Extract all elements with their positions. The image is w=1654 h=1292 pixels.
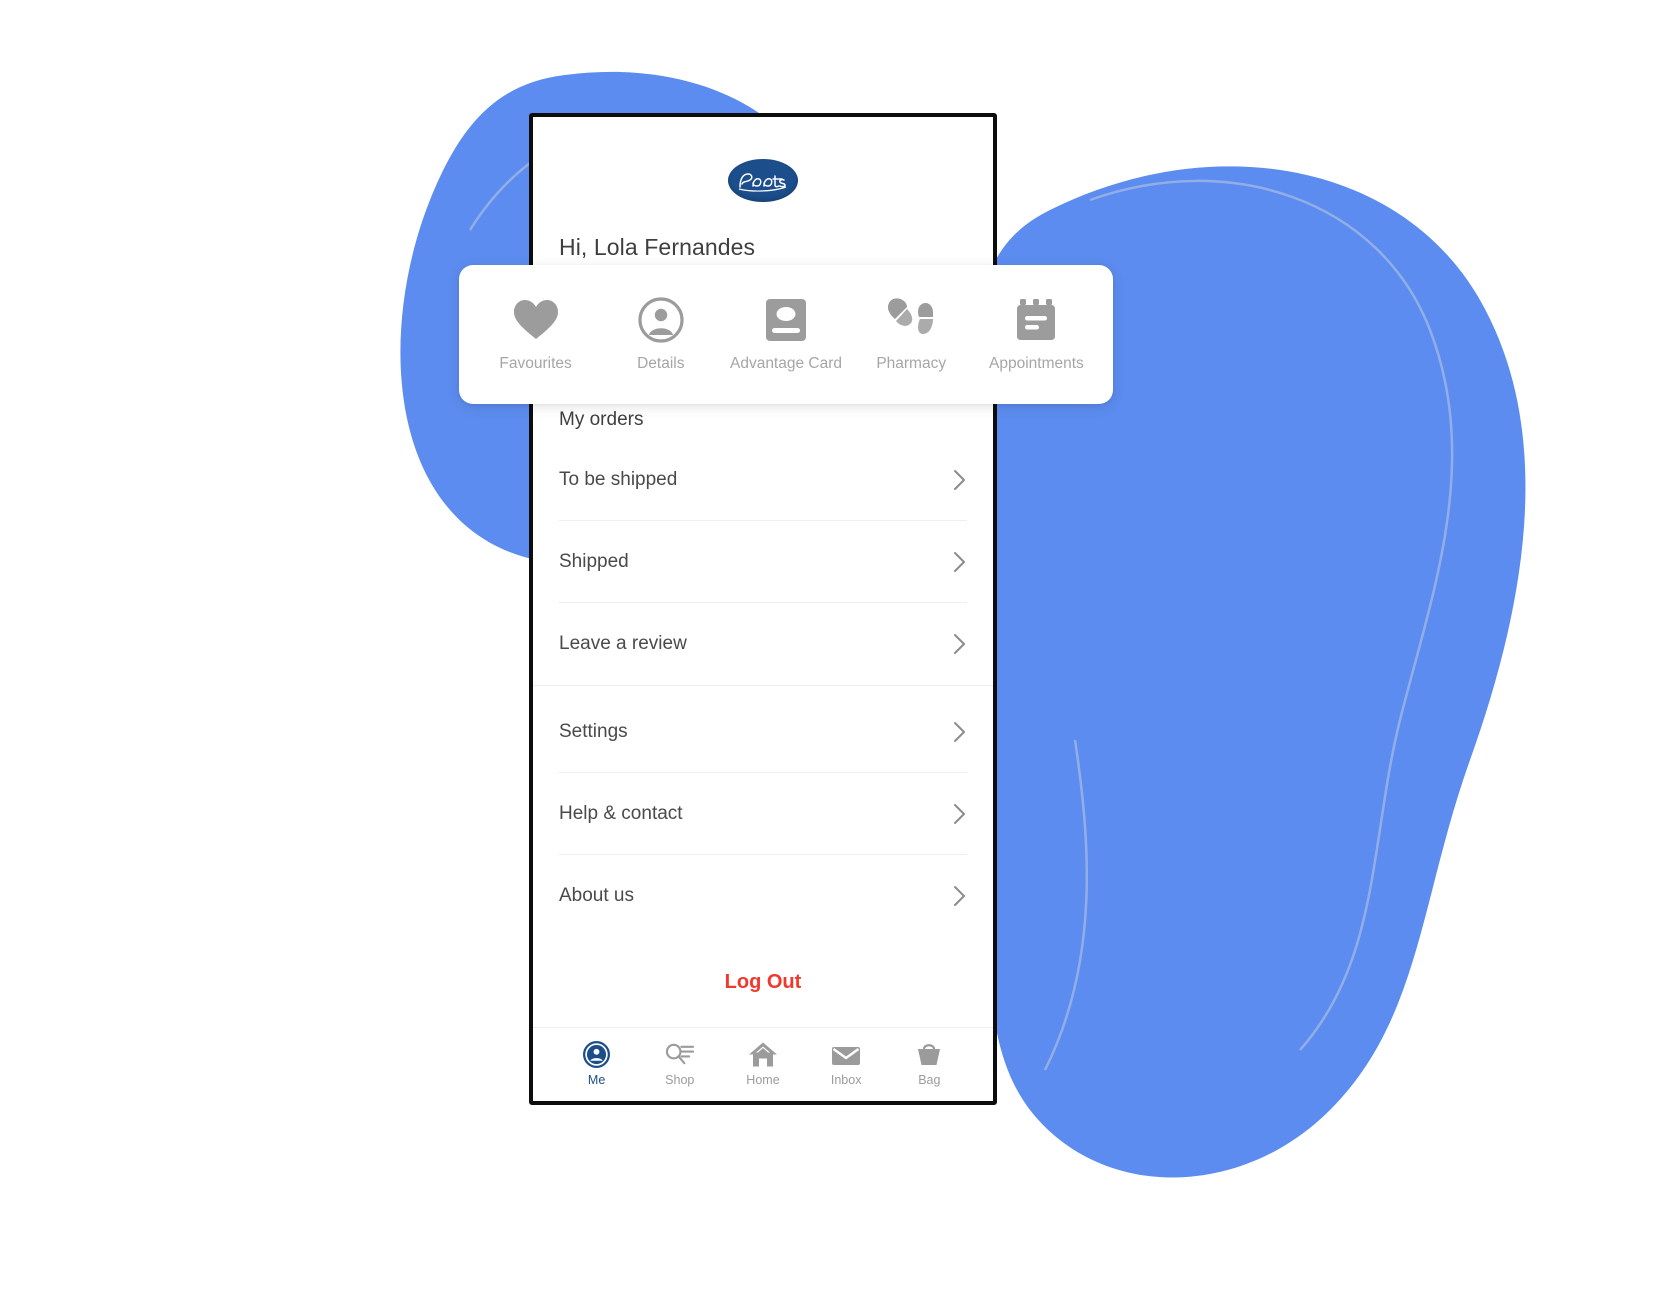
settings-group: Settings Help & contact About us	[533, 691, 993, 937]
quick-access-label: Advantage Card	[729, 354, 843, 372]
phone-frame: Hi, Lola Fernandes My orders To be shipp…	[529, 113, 997, 1105]
pills-icon	[887, 297, 935, 343]
orders-group: To be shipped Shipped Leave a review	[533, 439, 993, 685]
menu-label: To be shipped	[559, 468, 678, 490]
tab-label: Shop	[665, 1073, 695, 1087]
bottom-navigation: Me Shop Home Inbox Bag	[533, 1027, 993, 1101]
logout-container: Log Out	[533, 937, 993, 994]
greeting-text: Hi, Lola Fernandes	[559, 234, 756, 260]
chevron-right-icon	[953, 469, 967, 491]
menu-row-help-and-contact[interactable]: Help & contact	[559, 773, 967, 855]
quick-access-label: Pharmacy	[876, 354, 947, 372]
tab-label: Bag	[918, 1073, 941, 1087]
tab-inbox[interactable]: Inbox	[809, 1038, 883, 1087]
tab-bag[interactable]: Bag	[892, 1038, 966, 1087]
card-icon	[765, 297, 807, 343]
tab-home[interactable]: Home	[726, 1038, 800, 1087]
screenshot-canvas: Hi, Lola Fernandes My orders To be shipp…	[0, 0, 1654, 1292]
brand-header	[533, 117, 993, 202]
menu-label: Leave a review	[559, 633, 687, 654]
log-out-button[interactable]: Log Out	[725, 971, 802, 994]
quick-access-appointments[interactable]: Appointments	[974, 297, 1099, 373]
chevron-right-icon	[953, 803, 967, 825]
tab-label: Inbox	[830, 1073, 862, 1087]
menu-row-leave-a-review[interactable]: Leave a review	[559, 603, 967, 685]
calendar-icon	[1014, 297, 1058, 343]
menu-row-settings[interactable]: Settings	[559, 691, 967, 773]
chevron-right-icon	[953, 633, 967, 655]
menu-row-to-be-shipped[interactable]: To be shipped	[559, 439, 967, 521]
heart-icon	[513, 297, 559, 343]
menu-row-about-us[interactable]: About us	[559, 855, 967, 937]
chevron-right-icon	[953, 551, 967, 573]
quick-access-label: Details	[637, 354, 685, 372]
tab-me[interactable]: Me	[560, 1038, 634, 1087]
envelope-icon	[831, 1038, 861, 1068]
quick-access-details[interactable]: Details	[598, 296, 723, 373]
menu-row-shipped[interactable]: Shipped	[559, 521, 967, 603]
tab-label: Home	[746, 1073, 780, 1087]
tab-shop[interactable]: Shop	[643, 1038, 717, 1087]
quick-access-label: Appointments	[989, 354, 1084, 372]
basket-icon	[916, 1038, 942, 1068]
house-icon	[748, 1038, 778, 1068]
my-orders-heading: My orders	[559, 409, 644, 430]
menu-label: Shipped	[559, 550, 629, 572]
quick-access-favourites[interactable]: Favourites	[473, 297, 598, 373]
tab-label: Me	[587, 1073, 606, 1087]
menu-label: About us	[559, 885, 634, 906]
person-circle-icon	[638, 296, 684, 343]
quick-access-advantage-card[interactable]: Advantage Card	[723, 297, 848, 373]
search-list-icon	[665, 1038, 695, 1068]
person-filled-circle-icon	[583, 1038, 611, 1068]
menu-label: Settings	[559, 720, 628, 742]
phone-screen: Hi, Lola Fernandes My orders To be shipp…	[533, 117, 993, 1027]
chevron-right-icon	[953, 885, 967, 907]
chevron-right-icon	[953, 721, 967, 743]
quick-access-pharmacy[interactable]: Pharmacy	[849, 297, 974, 373]
menu-label: Help & contact	[559, 802, 683, 824]
quick-access-label: Favourites	[499, 354, 572, 372]
boots-logo	[728, 159, 798, 202]
quick-access-card: Favourites Details Advantage Card Pharma…	[459, 265, 1113, 404]
